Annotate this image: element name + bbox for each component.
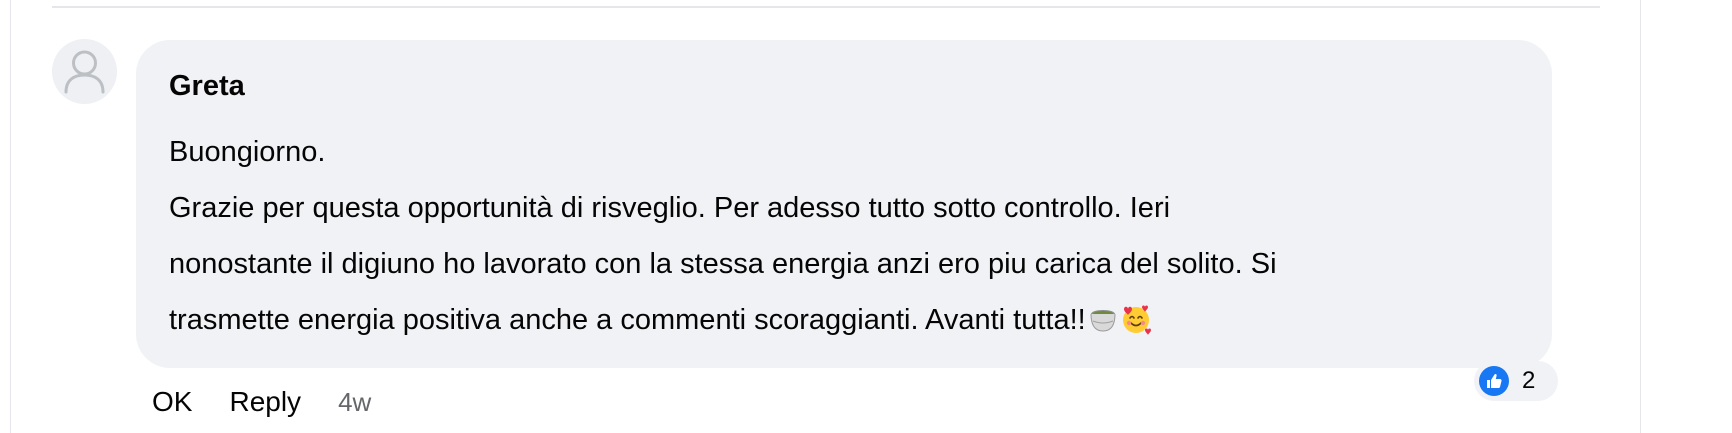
reaction-summary[interactable]: 2 <box>1474 361 1558 401</box>
reaction-count: 2 <box>1522 367 1536 394</box>
comment-line-text: trasmette energia positiva anche a comme… <box>169 304 1086 336</box>
comment-line-last: trasmette energia positiva anche a comme… <box>169 292 1520 354</box>
comment-actions: OK Reply 4w <box>152 384 371 420</box>
comment-text: Buongiorno. Grazie per questa opportunit… <box>169 124 1520 354</box>
comment-timestamp[interactable]: 4w <box>338 387 371 418</box>
user-silhouette-icon <box>64 50 105 94</box>
like-icon <box>1479 366 1509 396</box>
left-divider <box>10 0 11 433</box>
ok-button[interactable]: OK <box>152 386 192 418</box>
comment-line: Grazie per questa opportunità di risvegl… <box>169 192 1171 224</box>
reply-button[interactable]: Reply <box>229 386 301 418</box>
comment-line: nonostante il digiuno ho lavorato con la… <box>169 248 1277 280</box>
comment-thread: Greta Buongiorno. Grazie per questa oppo… <box>0 0 1732 433</box>
comment-author[interactable]: Greta <box>169 72 1520 101</box>
smiling-face-with-hearts-emoji-icon <box>1120 298 1152 354</box>
comment-bubble: Greta Buongiorno. Grazie per questa oppo… <box>136 40 1552 368</box>
top-divider <box>52 6 1600 8</box>
avatar[interactable] <box>52 39 117 104</box>
right-divider <box>1640 0 1641 433</box>
teacup-emoji-icon <box>1088 298 1118 354</box>
comment-line: Buongiorno. <box>169 136 326 168</box>
